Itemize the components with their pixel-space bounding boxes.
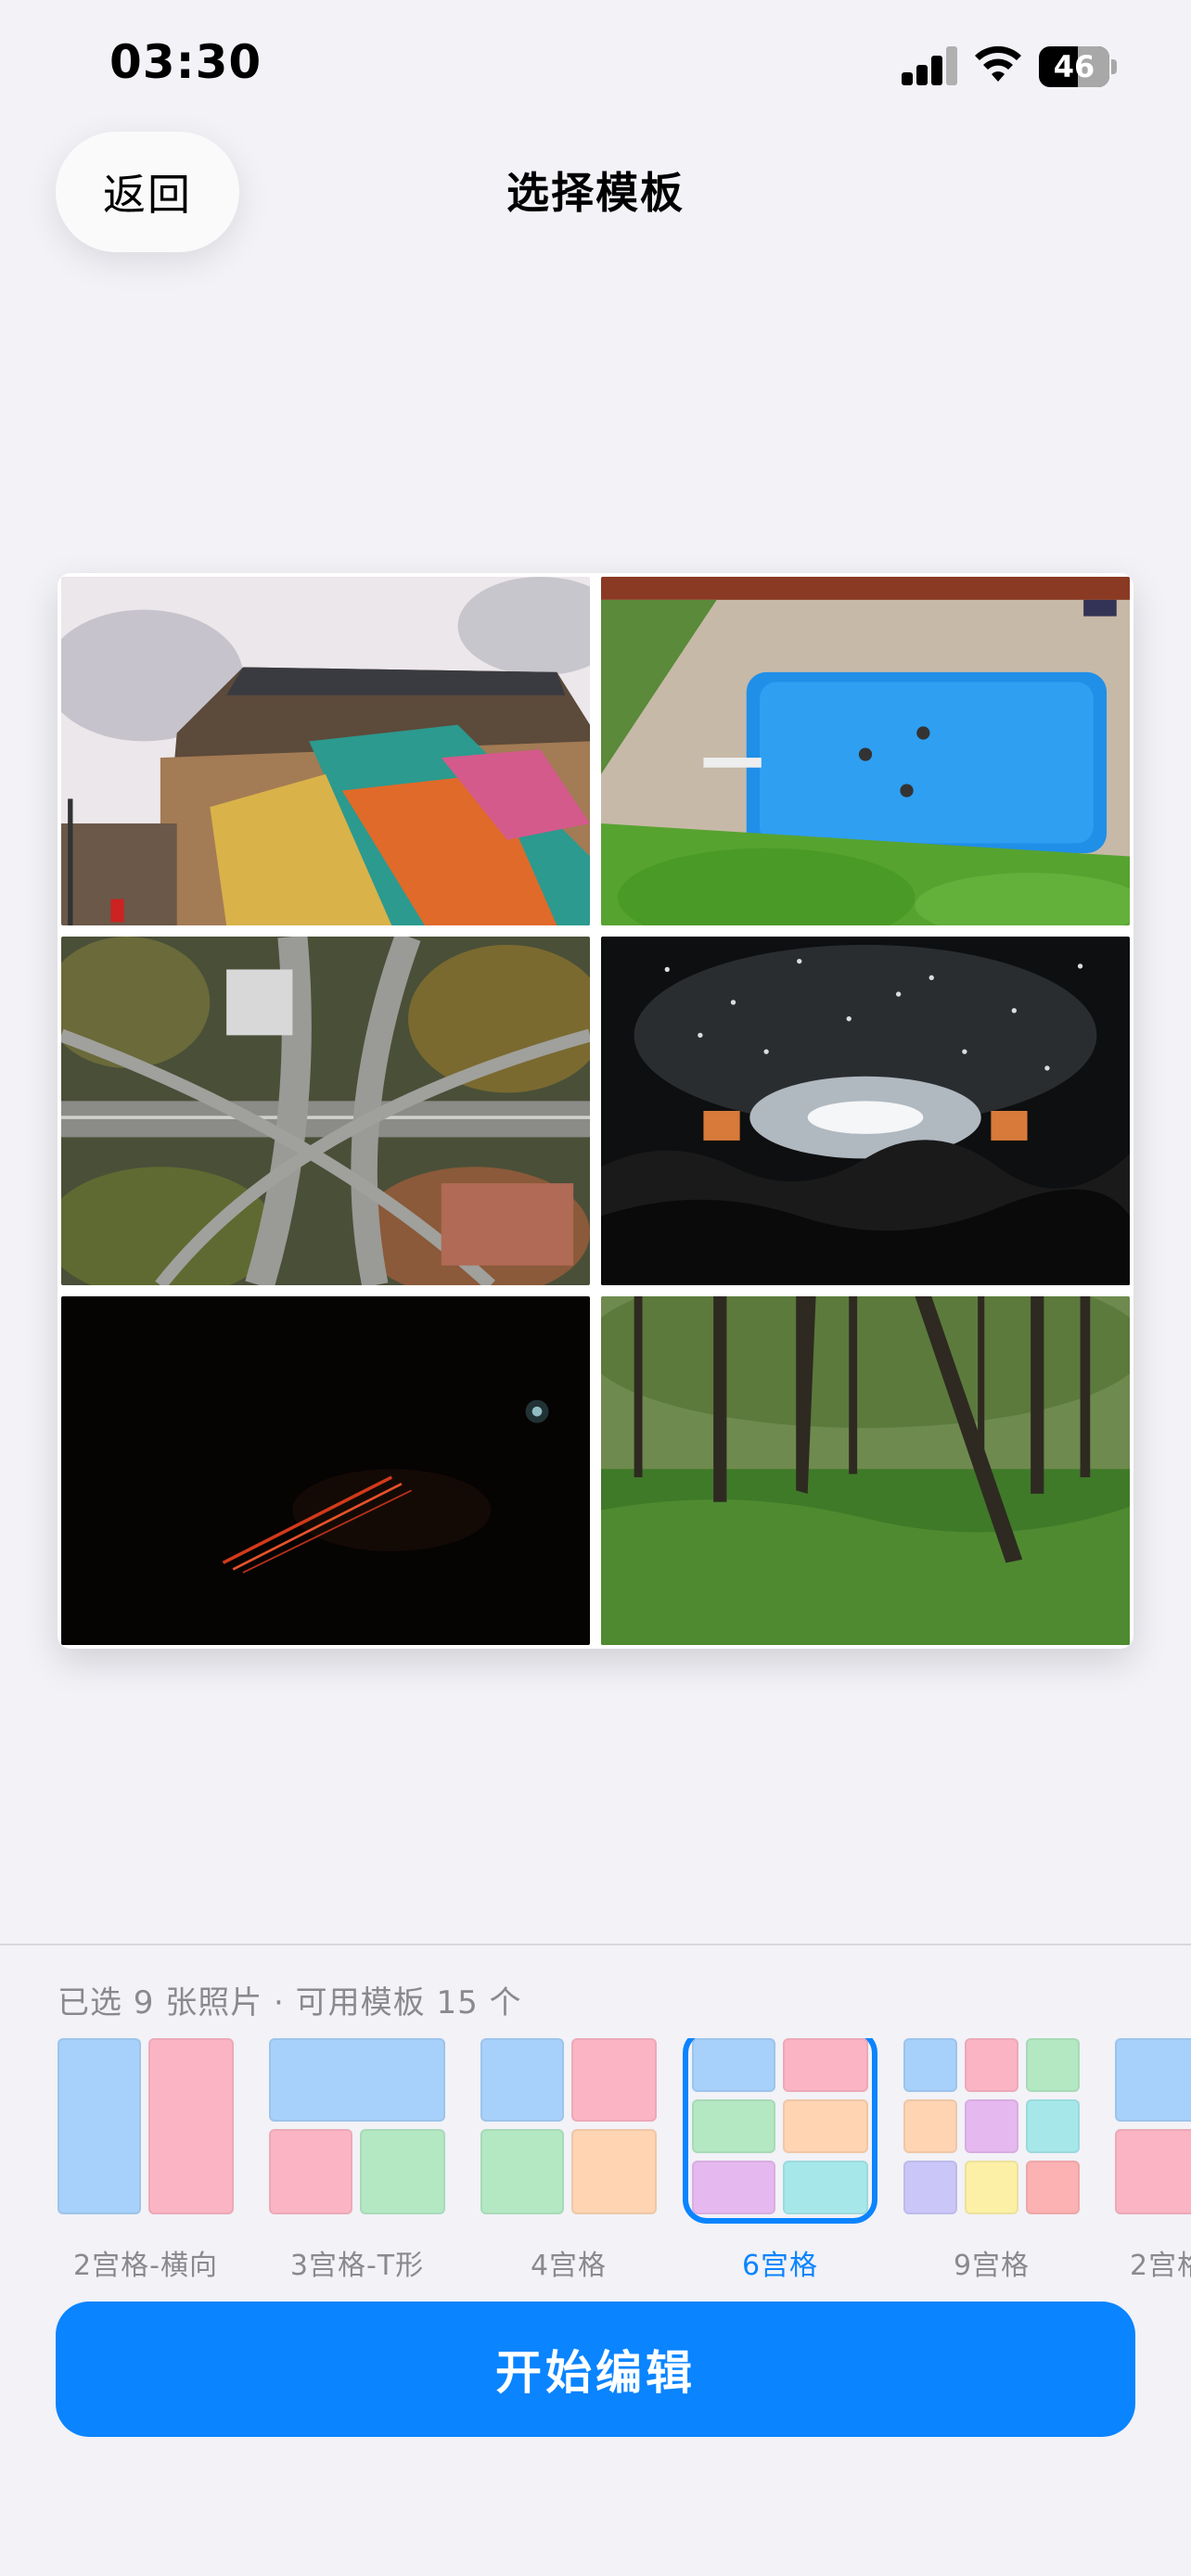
wifi-icon	[975, 45, 1021, 82]
template-label: 2宫格	[1130, 2250, 1191, 2279]
photo-street-art-building[interactable]	[61, 577, 590, 925]
template-label: 9宫格	[953, 2250, 1031, 2279]
template-thumbnail	[269, 2038, 445, 2214]
photo-green-forest[interactable]	[601, 1296, 1130, 1645]
template-label: 4宫格	[530, 2250, 608, 2279]
status-bar: 03:30 46	[0, 0, 1191, 130]
template-thumbnail	[1115, 2038, 1191, 2214]
template-preview	[58, 573, 1133, 1649]
photo-aerial-swimming-pool[interactable]	[601, 577, 1130, 925]
photo-highway-interchange[interactable]	[61, 937, 590, 1285]
template-thumbnail	[480, 2038, 657, 2214]
template-6-grid[interactable]: 6宫格	[683, 2038, 877, 2279]
battery-cap	[1111, 59, 1117, 74]
template-3-t-shape[interactable]: 3宫格-T形	[269, 2038, 445, 2279]
page-title: 选择模板	[506, 168, 685, 218]
template-thumbnail	[683, 2038, 877, 2224]
template-2-horizontal[interactable]: 2宫格-横向	[58, 2038, 234, 2279]
template-4-grid[interactable]: 4宫格	[480, 2038, 657, 2279]
photo-night-light-trail[interactable]	[61, 1296, 590, 1645]
template-thumbnail	[903, 2038, 1080, 2214]
template-label: 3宫格-T形	[289, 2250, 425, 2279]
template-label: 6宫格	[741, 2250, 819, 2279]
battery-icon: 46	[1039, 46, 1109, 87]
photo-concert-crowd[interactable]	[601, 937, 1130, 1285]
start-editing-button[interactable]: 开始编辑	[56, 2302, 1135, 2437]
template-list[interactable]: 2宫格-横向 3宫格-T形 4宫格 6宫格 9宫格 2宫	[0, 2038, 1191, 2279]
selection-info: 已选 9 张照片 · 可用模板 15 个	[58, 1984, 522, 2021]
template-label: 2宫格-横向	[73, 2250, 218, 2279]
divider	[0, 1944, 1191, 1945]
template-thumbnail	[58, 2038, 234, 2214]
signal-icon	[902, 45, 959, 85]
status-time: 03:30	[109, 35, 263, 89]
template-2-vertical[interactable]: 2宫格	[1115, 2038, 1191, 2279]
battery-level: 46	[1053, 49, 1095, 84]
template-9-grid[interactable]: 9宫格	[903, 2038, 1080, 2279]
